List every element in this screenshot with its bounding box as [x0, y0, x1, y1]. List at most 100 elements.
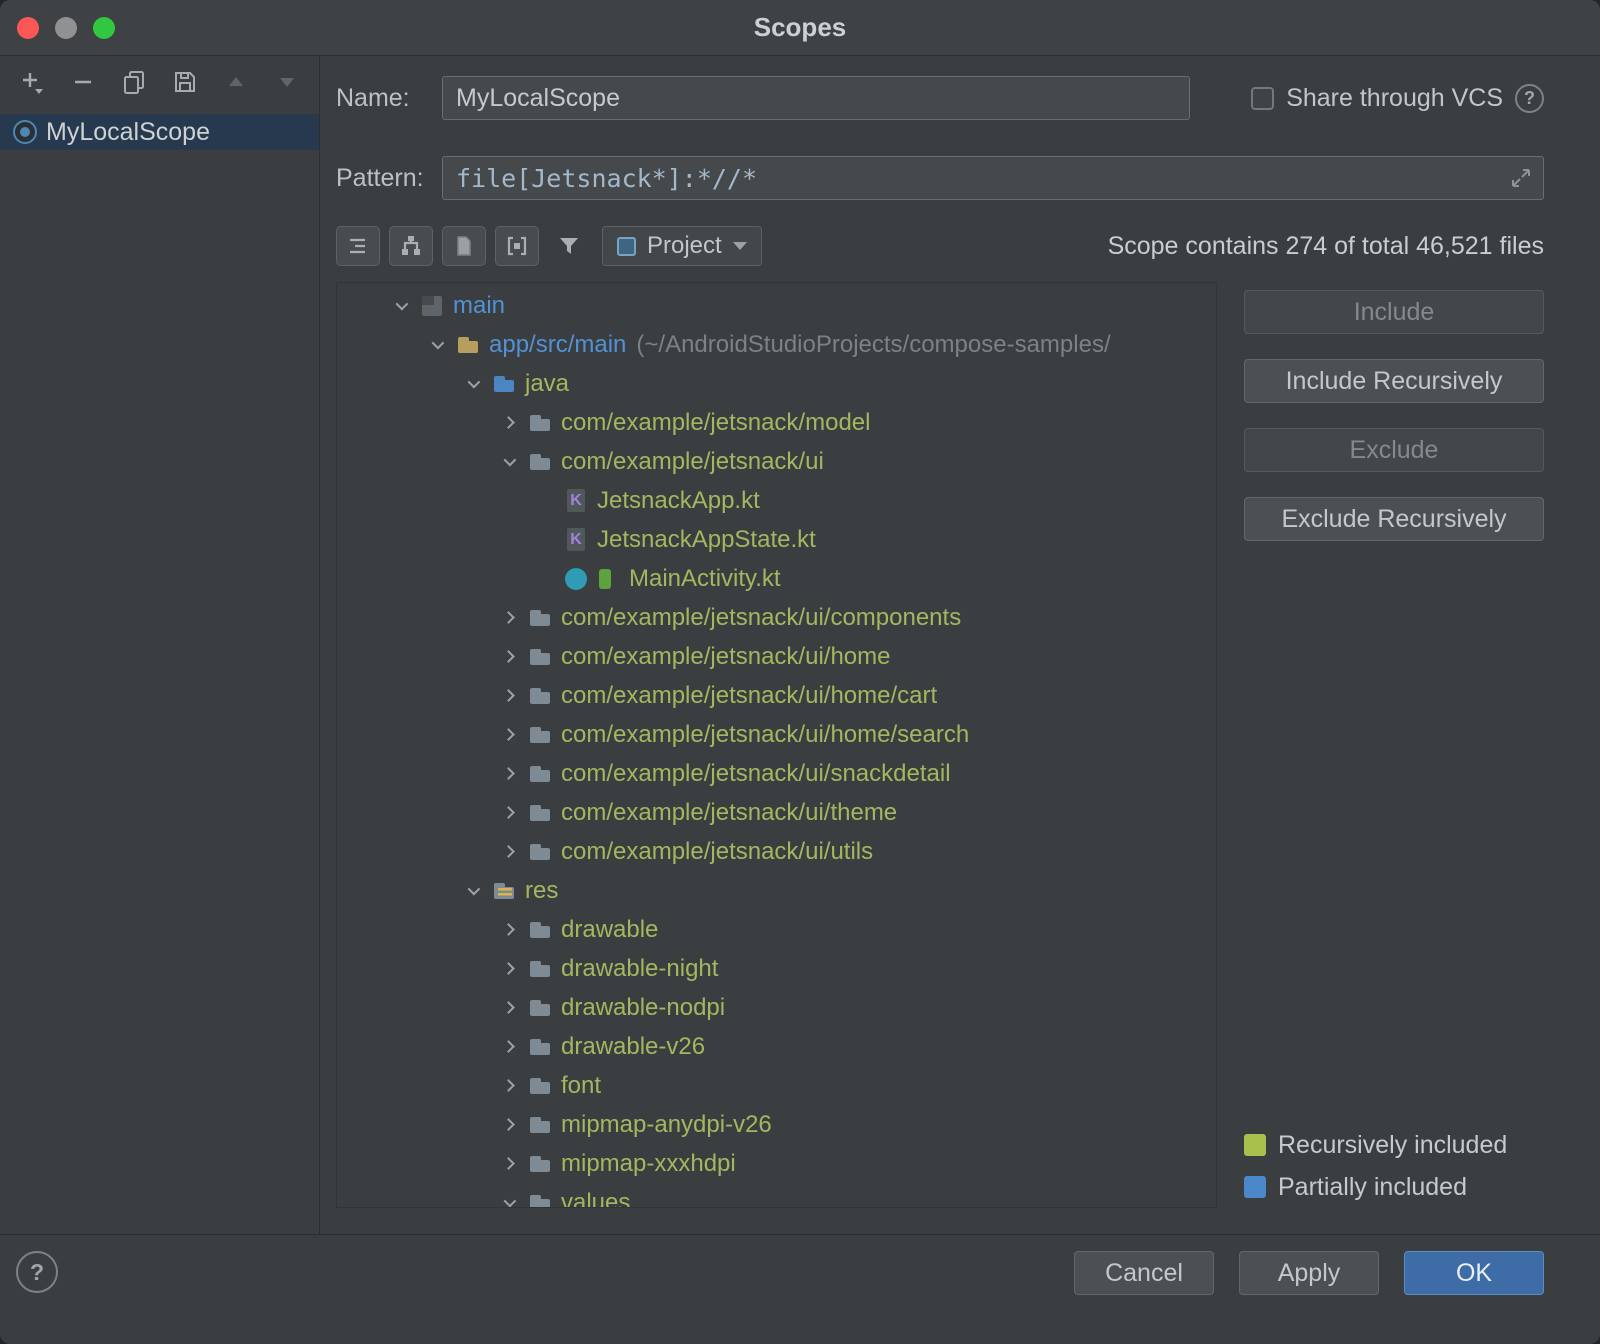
tree-chevron-icon[interactable]: [495, 605, 521, 631]
tree-row[interactable]: com/example/jetsnack/ui/theme: [337, 793, 1216, 832]
tree-item-label: MainActivity.kt: [629, 565, 781, 593]
tree-row[interactable]: values: [337, 1183, 1216, 1208]
tree-chevron-icon[interactable]: [495, 644, 521, 670]
tree-chevron-icon[interactable]: [531, 566, 557, 592]
tree-row[interactable]: JetsnackApp.kt: [337, 481, 1216, 520]
tree-row[interactable]: app/src/main (~/AndroidStudioProjects/co…: [337, 325, 1216, 364]
tree-row[interactable]: com/example/jetsnack/ui/home/search: [337, 715, 1216, 754]
tree-row[interactable]: font: [337, 1066, 1216, 1105]
pattern-input[interactable]: [442, 156, 1544, 200]
tree-chevron-icon[interactable]: [495, 839, 521, 865]
tree-chevron-icon[interactable]: [531, 527, 557, 553]
save-scope-button[interactable]: [167, 64, 203, 100]
share-vcs-group: Share through VCS ?: [1251, 84, 1544, 113]
tree-chevron-icon[interactable]: [495, 1151, 521, 1177]
tree-row[interactable]: com/example/jetsnack/ui/snackdetail: [337, 754, 1216, 793]
tree-chevron-icon[interactable]: [459, 878, 485, 904]
close-window-button[interactable]: [17, 17, 39, 39]
share-vcs-help-icon[interactable]: ?: [1515, 84, 1544, 113]
include-recursively-button[interactable]: Include Recursively: [1244, 359, 1544, 403]
tree-chevron-icon[interactable]: [495, 722, 521, 748]
folder-icon: [527, 722, 553, 748]
folder-icon: [527, 1073, 553, 1099]
tree-chevron-icon[interactable]: [495, 410, 521, 436]
tree-chevron-icon[interactable]: [495, 956, 521, 982]
include-exclude-actions: Include Include Recursively Exclude Excl…: [1244, 282, 1544, 1208]
tree-row[interactable]: mipmap-anydpi-v26: [337, 1105, 1216, 1144]
tree-item-label: com/example/jetsnack/ui/utils: [561, 838, 873, 866]
tree-chevron-icon[interactable]: [495, 917, 521, 943]
exclude-recursively-button[interactable]: Exclude Recursively: [1244, 497, 1544, 541]
add-scope-button[interactable]: [14, 64, 50, 100]
tree-row[interactable]: drawable-night: [337, 949, 1216, 988]
group-modules-icon: [399, 234, 423, 258]
tree-chevron-icon[interactable]: [495, 1034, 521, 1060]
tree-chevron-icon[interactable]: [495, 800, 521, 826]
scope-name-input[interactable]: [442, 76, 1190, 120]
group-by-modules-button[interactable]: [389, 226, 433, 266]
titlebar[interactable]: Scopes: [0, 0, 1600, 56]
tree-chevron-icon[interactable]: [387, 293, 413, 319]
apply-button[interactable]: Apply: [1239, 1251, 1379, 1295]
pattern-row: Pattern:: [336, 156, 1544, 200]
tree-chevron-icon[interactable]: [531, 488, 557, 514]
view-selector-dropdown[interactable]: Project: [602, 226, 762, 266]
folder-icon: [527, 683, 553, 709]
tree-row[interactable]: drawable-v26: [337, 1027, 1216, 1066]
move-scope-up-button: [218, 64, 254, 100]
tree-row[interactable]: drawable-nodpi: [337, 988, 1216, 1027]
tree-chevron-icon[interactable]: [495, 1073, 521, 1099]
legend-label: Partially included: [1278, 1173, 1467, 1202]
tree-chevron-icon[interactable]: [495, 683, 521, 709]
local-scope-icon: [13, 120, 37, 144]
share-vcs-checkbox[interactable]: [1251, 87, 1274, 110]
window-title: Scopes: [0, 12, 1600, 43]
show-included-only-button[interactable]: [495, 226, 539, 266]
tree-item-label: com/example/jetsnack/ui/home/search: [561, 721, 969, 749]
project-view-icon: [617, 237, 636, 256]
tree-chevron-icon[interactable]: [495, 449, 521, 475]
expand-editor-icon[interactable]: [1508, 165, 1534, 191]
remove-scope-button[interactable]: [65, 64, 101, 100]
scope-summary: Scope contains 274 of total 46,521 files: [1108, 232, 1544, 261]
filter-toggle[interactable]: [556, 233, 582, 259]
tree-chevron-icon[interactable]: [495, 995, 521, 1021]
tree-row[interactable]: JetsnackAppState.kt: [337, 520, 1216, 559]
tree-item-label: drawable-nodpi: [561, 994, 725, 1022]
tree-chevron-icon[interactable]: [495, 1190, 521, 1209]
tree-row[interactable]: mipmap-xxxhdpi: [337, 1144, 1216, 1183]
folder-icon: [527, 449, 553, 475]
tree-item-path: (~/AndroidStudioProjects/compose-samples…: [636, 331, 1110, 359]
tree-row[interactable]: res: [337, 871, 1216, 910]
tree-row[interactable]: java: [337, 364, 1216, 403]
tree-row[interactable]: drawable: [337, 910, 1216, 949]
tree-row[interactable]: com/example/jetsnack/model: [337, 403, 1216, 442]
tree-row[interactable]: com/example/jetsnack/ui/home: [337, 637, 1216, 676]
zoom-window-button[interactable]: [93, 17, 115, 39]
file-icon: [452, 234, 476, 258]
tree-chevron-icon[interactable]: [459, 371, 485, 397]
ok-button[interactable]: OK: [1404, 1251, 1544, 1295]
tree-chevron-icon[interactable]: [495, 761, 521, 787]
tree-row[interactable]: main: [337, 286, 1216, 325]
legend-color-swatch: [1244, 1134, 1266, 1156]
tree-row[interactable]: com/example/jetsnack/ui: [337, 442, 1216, 481]
folder-icon: [527, 644, 553, 670]
cancel-button[interactable]: Cancel: [1074, 1251, 1214, 1295]
tree-item-label: mipmap-xxxhdpi: [561, 1150, 736, 1178]
tree-row[interactable]: com/example/jetsnack/ui/home/cart: [337, 676, 1216, 715]
tree-row[interactable]: MainActivity.kt: [337, 559, 1216, 598]
tree-row[interactable]: com/example/jetsnack/ui/components: [337, 598, 1216, 637]
copy-scope-button[interactable]: [116, 64, 152, 100]
compact-middle-packages-button[interactable]: [336, 226, 380, 266]
plus-icon: [19, 69, 45, 95]
include-button: Include: [1244, 290, 1544, 334]
tree-item-label: com/example/jetsnack/ui/home/cart: [561, 682, 937, 710]
tree-chevron-icon[interactable]: [423, 332, 449, 358]
tree-item-label: com/example/jetsnack/model: [561, 409, 870, 437]
show-files-button[interactable]: [442, 226, 486, 266]
help-button[interactable]: ?: [16, 1251, 58, 1293]
tree-row[interactable]: com/example/jetsnack/ui/utils: [337, 832, 1216, 871]
scope-list-item[interactable]: MyLocalScope: [0, 114, 319, 150]
tree-chevron-icon[interactable]: [495, 1112, 521, 1138]
